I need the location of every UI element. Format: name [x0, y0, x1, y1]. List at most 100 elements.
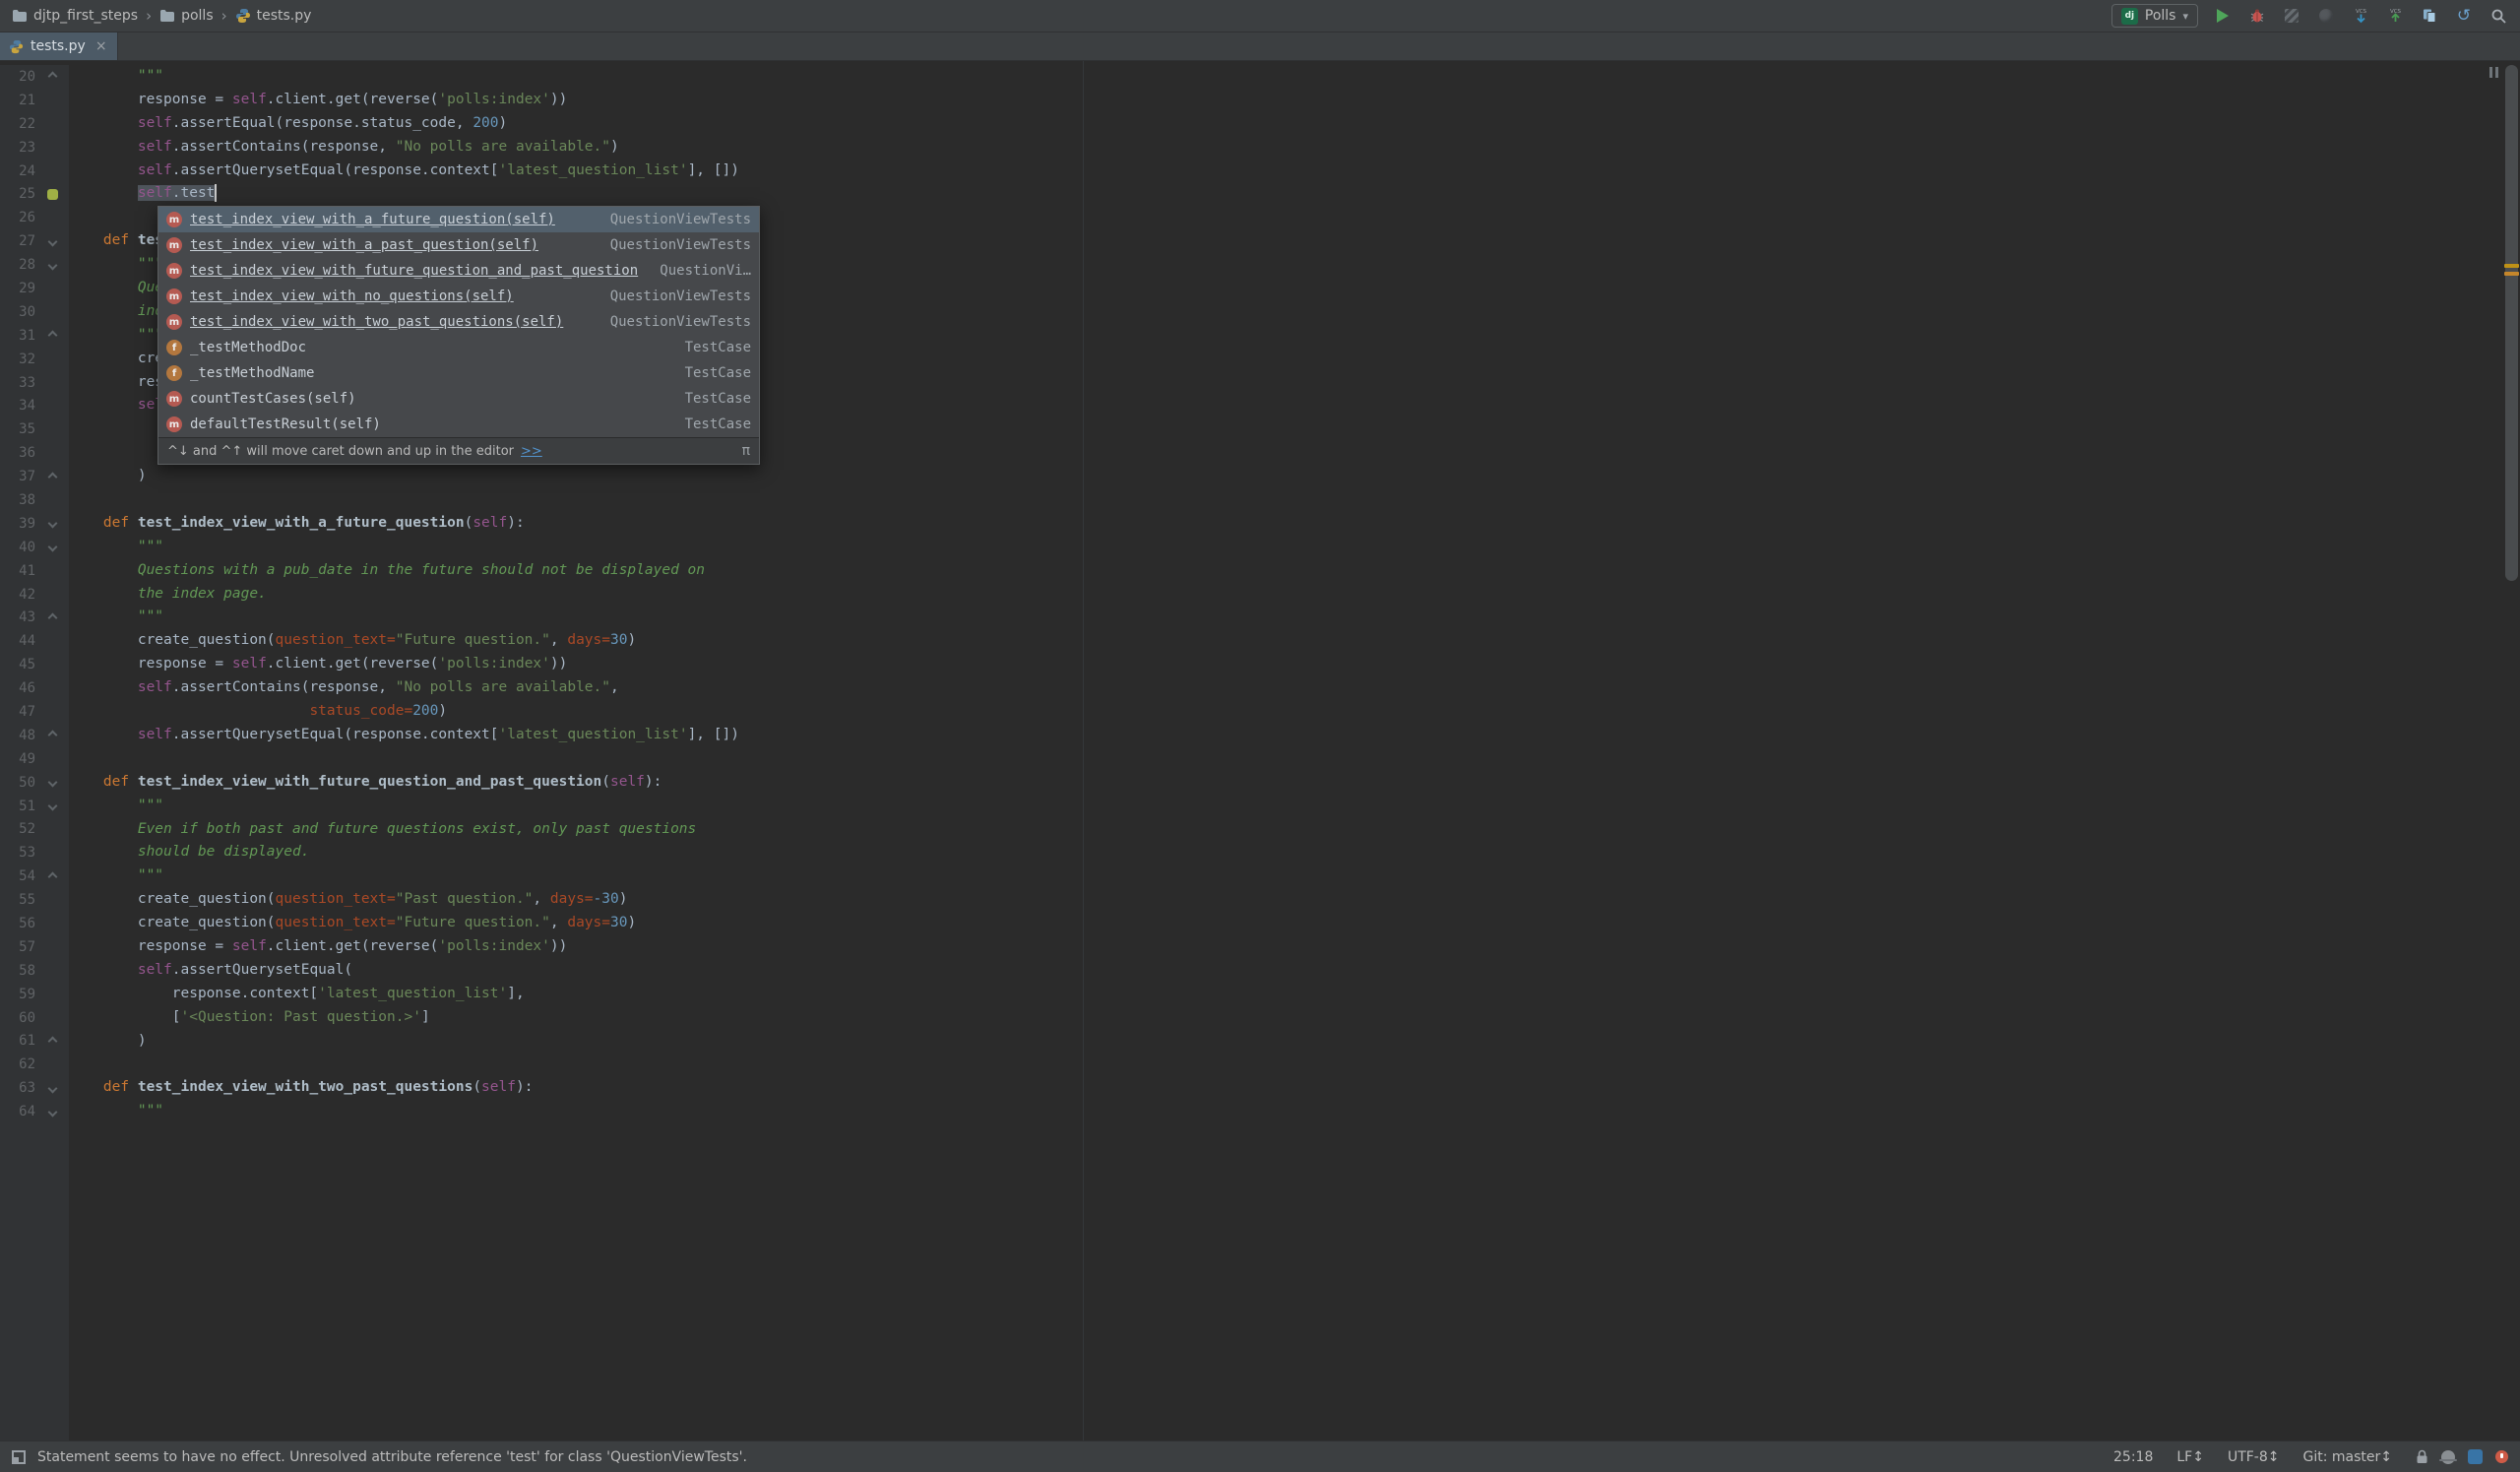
- inspector-profile-icon[interactable]: [2439, 1449, 2457, 1464]
- gutter-line[interactable]: 25: [0, 182, 69, 206]
- code-line[interactable]: self.assertContains(response, "No polls …: [69, 676, 2500, 700]
- breadcrumb-item-polls[interactable]: polls: [159, 8, 214, 24]
- gutter-line[interactable]: 47: [0, 700, 69, 724]
- completion-item[interactable]: m test_index_view_with_a_future_question(…: [158, 207, 759, 232]
- git-branch-widget[interactable]: Git: master↕: [2303, 1449, 2393, 1465]
- completion-item[interactable]: m test_index_view_with_a_past_question(se…: [158, 232, 759, 258]
- gutter-line[interactable]: 22: [0, 112, 69, 136]
- gutter-line[interactable]: 50: [0, 771, 69, 795]
- lock-icon[interactable]: [2416, 1449, 2428, 1464]
- gutter-line[interactable]: 62: [0, 1053, 69, 1076]
- code-line[interactable]: self.assertQuerysetEqual(response.contex…: [69, 724, 2500, 747]
- gutter-line[interactable]: 36: [0, 441, 69, 465]
- warning-stripe-mark[interactable]: [2504, 272, 2519, 276]
- gutter-line[interactable]: 34: [0, 394, 69, 417]
- gutter-line[interactable]: 52: [0, 818, 69, 842]
- code-line[interactable]: [69, 488, 2500, 512]
- fold-up-icon[interactable]: [47, 472, 57, 482]
- code-line[interactable]: """: [69, 864, 2500, 888]
- code-line[interactable]: Even if both past and future questions e…: [69, 818, 2500, 842]
- toolwindow-toggle-icon[interactable]: [12, 1449, 26, 1464]
- vcs-commit-button[interactable]: VCS: [2385, 6, 2405, 26]
- gutter-line[interactable]: 35: [0, 417, 69, 441]
- code-line[interactable]: def test_index_view_with_two_past_questi…: [69, 1076, 2500, 1100]
- code-line[interactable]: ['<Question: Past question.>']: [69, 1006, 2500, 1030]
- gutter-line[interactable]: 31: [0, 324, 69, 348]
- profiler-button[interactable]: [2316, 6, 2336, 26]
- code-line[interactable]: Questions with a pub_date in the future …: [69, 559, 2500, 583]
- code-line[interactable]: create_question(question_text="Future qu…: [69, 629, 2500, 653]
- code-line[interactable]: self.assertContains(response, "No polls …: [69, 136, 2500, 160]
- gutter-line[interactable]: 53: [0, 841, 69, 864]
- code-line[interactable]: ): [69, 465, 2500, 488]
- gutter-line[interactable]: 27: [0, 229, 69, 253]
- code-line[interactable]: response = self.client.get(reverse('poll…: [69, 89, 2500, 112]
- caret-position-widget[interactable]: 25:18: [2113, 1449, 2153, 1465]
- completion-more-link[interactable]: >>: [521, 444, 542, 459]
- line-separator-widget[interactable]: LF↕: [2176, 1449, 2204, 1465]
- encoding-widget[interactable]: UTF-8↕: [2228, 1449, 2280, 1465]
- gutter-line[interactable]: 61: [0, 1030, 69, 1054]
- code-line[interactable]: response.context['latest_question_list']…: [69, 983, 2500, 1006]
- warning-stripe-mark[interactable]: [2504, 264, 2519, 268]
- gutter-line[interactable]: 39: [0, 512, 69, 536]
- code-line[interactable]: """: [69, 536, 2500, 559]
- fold-down-icon[interactable]: [47, 236, 57, 247]
- fold-down-icon[interactable]: [47, 260, 57, 271]
- gutter-line[interactable]: 23: [0, 136, 69, 160]
- tab-tests-py[interactable]: tests.py ×: [0, 32, 118, 60]
- code-line[interactable]: should be displayed.: [69, 841, 2500, 864]
- gutter-line[interactable]: 60: [0, 1006, 69, 1030]
- gutter-line[interactable]: 45: [0, 653, 69, 676]
- scrollbar-thumb[interactable]: [2505, 65, 2518, 581]
- completion-item[interactable]: m test_index_view_with_no_questions(self)…: [158, 284, 759, 309]
- completion-item[interactable]: m defaultTestResult(self) TestCase: [158, 412, 759, 437]
- gutter-line[interactable]: 29: [0, 277, 69, 300]
- fold-up-icon[interactable]: [47, 71, 57, 82]
- completion-item[interactable]: f _testMethodDoc TestCase: [158, 335, 759, 360]
- gutter-line[interactable]: 32: [0, 348, 69, 371]
- gutter-line[interactable]: 44: [0, 629, 69, 653]
- code-line[interactable]: the index page.: [69, 583, 2500, 607]
- code-line[interactable]: """: [69, 65, 2500, 89]
- gutter-line[interactable]: 51: [0, 795, 69, 818]
- gutter-line[interactable]: 43: [0, 606, 69, 629]
- code-line[interactable]: [69, 1053, 2500, 1076]
- completion-item[interactable]: m countTestCases(self) TestCase: [158, 386, 759, 412]
- debug-button[interactable]: [2247, 6, 2267, 26]
- breadcrumb-item-file[interactable]: tests.py: [235, 8, 311, 24]
- background-tasks-icon[interactable]: [2468, 1449, 2483, 1464]
- fold-down-icon[interactable]: [47, 1107, 57, 1118]
- vcs-update-button[interactable]: VCS: [2351, 6, 2370, 26]
- fold-up-icon[interactable]: [47, 871, 57, 882]
- gutter-line[interactable]: 58: [0, 959, 69, 983]
- gutter-line[interactable]: 30: [0, 300, 69, 324]
- intention-bulb-icon[interactable]: [46, 188, 58, 200]
- run-with-coverage-button[interactable]: [2282, 6, 2301, 26]
- gutter-line[interactable]: 20: [0, 65, 69, 89]
- gutter-line[interactable]: 28: [0, 253, 69, 277]
- gutter-line[interactable]: 48: [0, 724, 69, 747]
- code-line[interactable]: self.assertEqual(response.status_code, 2…: [69, 112, 2500, 136]
- code-line[interactable]: [69, 747, 2500, 771]
- code-line[interactable]: self.assertQuerysetEqual(: [69, 959, 2500, 983]
- gutter-line[interactable]: 56: [0, 912, 69, 935]
- gutter-line[interactable]: 55: [0, 888, 69, 912]
- code-line[interactable]: self.test: [69, 182, 2500, 206]
- code-line[interactable]: create_question(question_text="Future qu…: [69, 912, 2500, 935]
- fold-up-icon[interactable]: [47, 330, 57, 341]
- gutter-line[interactable]: 41: [0, 559, 69, 583]
- gutter-line[interactable]: 33: [0, 371, 69, 395]
- code-line[interactable]: status_code=200): [69, 700, 2500, 724]
- fold-up-icon[interactable]: [47, 612, 57, 623]
- code-line[interactable]: """: [69, 606, 2500, 629]
- notifications-icon[interactable]: [2495, 1450, 2508, 1463]
- gutter-line[interactable]: 38: [0, 488, 69, 512]
- completion-item[interactable]: m test_index_view_with_future_question_an…: [158, 258, 759, 284]
- run-button[interactable]: [2213, 6, 2233, 26]
- gutter-line[interactable]: 54: [0, 864, 69, 888]
- diff-button[interactable]: [2420, 6, 2439, 26]
- gutter-line[interactable]: 37: [0, 465, 69, 488]
- completion-item[interactable]: m test_index_view_with_two_past_questions…: [158, 309, 759, 335]
- editor[interactable]: 20 21 22 23 24 25 26 27 28 29 30 31 32 33 34 35 36 37 38 39…: [0, 61, 2520, 1440]
